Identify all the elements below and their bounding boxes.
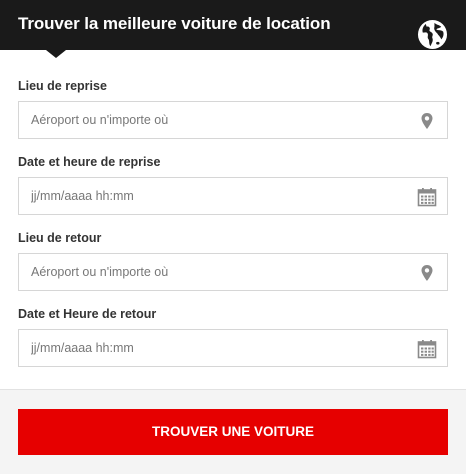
pickup-datetime-label: Date et heure de reprise <box>18 155 161 169</box>
pickup-datetime-input[interactable] <box>19 178 447 214</box>
pickup-location-field[interactable] <box>18 101 448 139</box>
return-location-label: Lieu de retour <box>18 231 102 245</box>
globe-icon[interactable] <box>417 19 448 50</box>
return-location-input[interactable] <box>19 254 447 290</box>
pickup-location-input[interactable] <box>19 102 447 138</box>
location-pin-icon <box>421 113 433 129</box>
calendar-icon[interactable] <box>417 339 437 359</box>
header-pointer <box>46 50 66 58</box>
find-car-button[interactable]: TROUVER UNE VOITURE <box>18 409 448 455</box>
header-bar: Trouver la meilleure voiture de location <box>0 0 466 50</box>
return-location-field[interactable] <box>18 253 448 291</box>
location-pin-icon <box>421 265 433 281</box>
pickup-location-label: Lieu de reprise <box>18 79 107 93</box>
page-title: Trouver la meilleure voiture de location <box>18 14 331 33</box>
return-datetime-field[interactable] <box>18 329 448 367</box>
calendar-icon[interactable] <box>417 187 437 207</box>
return-datetime-input[interactable] <box>19 330 447 366</box>
pickup-datetime-field[interactable] <box>18 177 448 215</box>
return-datetime-label: Date et Heure de retour <box>18 307 157 321</box>
